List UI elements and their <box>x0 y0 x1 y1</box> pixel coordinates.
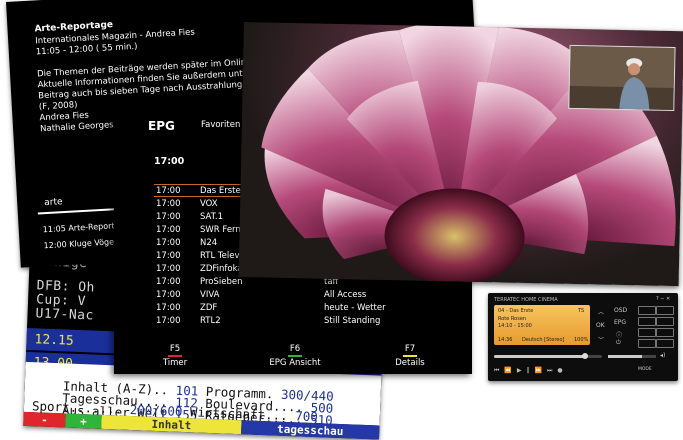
ok-button[interactable]: OK <box>596 322 605 329</box>
teletext-green-button[interactable]: + <box>65 413 102 429</box>
epg-time-header: 17:00 <box>154 156 185 167</box>
osd-button[interactable]: OSD <box>614 307 627 314</box>
details-key[interactable]: F7 Details <box>380 344 440 368</box>
info-icon[interactable]: ⓘ <box>616 330 622 339</box>
camera-button[interactable] <box>656 328 674 337</box>
speaker-icon[interactable]: ◂) <box>660 352 665 359</box>
up-arrow-icon[interactable]: ︿ <box>598 307 604 316</box>
epg-button[interactable]: EPG <box>614 319 626 326</box>
player-display: 04 - Das Erste TS Rote Rosen 14:10 - 15:… <box>494 305 590 345</box>
record-button[interactable] <box>638 306 656 315</box>
list-button[interactable] <box>656 339 674 348</box>
down-arrow-icon[interactable]: ﹀ <box>598 335 604 344</box>
transport-controls[interactable]: ⏮⏪▶‖⏩⏭● <box>494 367 568 375</box>
red-key-bar <box>168 355 182 357</box>
favorites-tab[interactable]: Favoriten <box>201 120 240 130</box>
volume-fill <box>608 355 642 358</box>
pip-button[interactable] <box>656 317 674 326</box>
snapshot-button[interactable] <box>638 328 656 337</box>
reporter-image <box>569 45 675 111</box>
picture-in-picture-window[interactable] <box>568 44 676 112</box>
volume-slider[interactable] <box>608 355 656 358</box>
epg-logo: EPG <box>148 119 175 133</box>
green-key-bar <box>288 355 302 357</box>
settings-button[interactable] <box>638 339 656 348</box>
epg-row[interactable]: 17:00 ZDF heute - Wetter <box>150 302 450 315</box>
fullscreen-button[interactable] <box>638 317 656 326</box>
timer-key[interactable]: F5 Timer <box>145 344 205 368</box>
teletext-line: U17-Nac <box>35 306 95 324</box>
stop-button[interactable] <box>656 306 674 315</box>
epg-row[interactable]: 17:00 RTL2 Still Standing <box>150 315 450 328</box>
status-label: MODE <box>638 367 652 372</box>
video-preview[interactable] <box>238 22 683 287</box>
progress-knob[interactable] <box>581 353 588 359</box>
media-player-window[interactable]: TERRATEC HOME CINEMA ? − ✕ 04 - Das Erst… <box>488 293 678 381</box>
epg-row[interactable]: 17:00 VIVA All Access <box>150 289 450 302</box>
teletext-time: 12.15 <box>34 332 74 349</box>
channel-name: arte <box>44 197 63 209</box>
player-title: TERRATEC HOME CINEMA <box>494 297 558 303</box>
yellow-key-bar <box>403 355 417 357</box>
epg-view-key[interactable]: F6 EPG Ansicht <box>265 344 325 368</box>
window-controls[interactable]: ? − ✕ <box>656 296 670 302</box>
power-icon[interactable]: ⏻ <box>616 339 621 347</box>
progress-fill <box>494 355 585 358</box>
schedule-item[interactable]: 12:00 Kluge Vögel <box>43 236 116 251</box>
